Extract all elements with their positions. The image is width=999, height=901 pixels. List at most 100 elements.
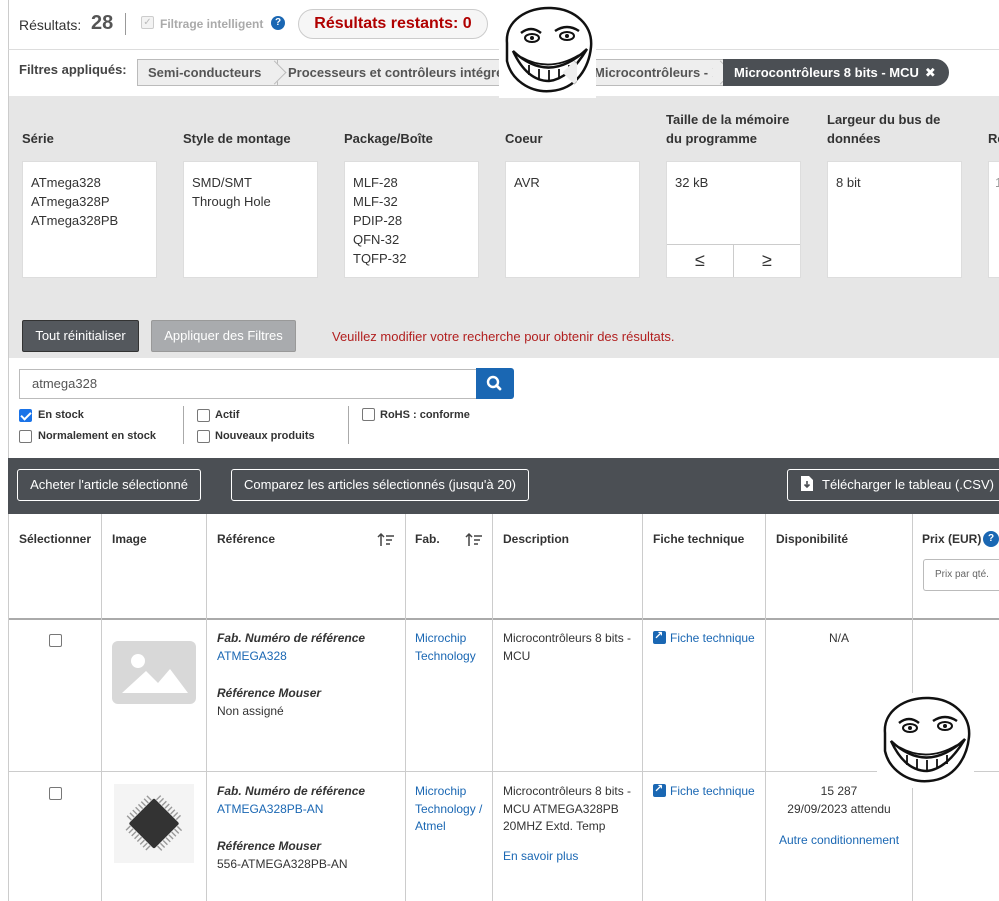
filter-option[interactable]: ATmega328PB [31,211,148,230]
filter-list-mounting[interactable]: SMD/SMT Through Hole [183,161,318,278]
filter-list-partial[interactable]: 1 [988,161,999,278]
header-image: Image [112,532,147,546]
filter-option[interactable]: AVR [514,173,631,192]
results-label: Résultats: [19,17,82,33]
filter-list-memory[interactable]: 32 kB ≤ ≥ [666,161,801,278]
compare-selected-button[interactable]: Comparez les articles sélectionnés (jusq… [231,469,529,501]
rohs-checkbox[interactable] [362,408,375,421]
search-button[interactable] [476,368,514,399]
new-products-label: Nouveaux produits [215,430,315,442]
filter-option[interactable]: 32 kB [675,173,792,192]
search-input[interactable]: atmega328 [19,369,477,399]
mfr-ref-label: Fab. Numéro de référence [217,784,366,798]
filter-option[interactable]: ATmega328 [31,173,148,192]
filter-option[interactable]: 8 bit [836,173,953,192]
row-select-checkbox[interactable] [49,787,62,800]
mouser-ref-label: Référence Mouser [217,686,322,700]
download-csv-label: Télécharger le tableau (.CSV) [822,477,994,492]
mouser-ref: 556-ATMEGA328PB-AN [217,856,348,871]
filter-title-bus-width: Largeur du bus de données [827,112,941,146]
smart-filter-checkbox[interactable]: ✓ [141,16,154,29]
filter-list-bus-width[interactable]: 8 bit [827,161,962,278]
learn-more-link[interactable]: En savoir plus [503,848,638,866]
mfr-ref-link[interactable]: ATMEGA328 [217,648,402,666]
mouser-ref: Non assigné [217,703,284,718]
crumb-semiconductors[interactable]: Semi-conducteurs [137,59,287,86]
filter-option[interactable]: MLF-32 [353,192,470,211]
other-packaging-link[interactable]: Autre conditionnement [766,832,912,850]
download-csv-button[interactable]: Télécharger le tableau (.CSV) [787,469,999,501]
troll-face-icon [877,693,974,788]
header-select: Sélectionner [19,532,92,546]
action-bar: Acheter l'article sélectionné Comparez l… [8,458,999,514]
greater-equal-button[interactable]: ≥ [733,245,800,277]
datasheet-label: Fiche technique [670,784,755,798]
filter-list-series[interactable]: ATmega328 ATmega328P ATmega328PB [22,161,157,278]
manufacturer-link[interactable]: Microchip Technology [415,630,485,665]
crumb-label: Processeurs et contrôleurs intégrés [288,65,511,80]
mouser-ref-label: Référence Mouser [217,839,322,853]
crumb-label: Microcontrôleurs - MCU [594,65,723,80]
buy-selected-button[interactable]: Acheter l'article sélectionné [17,469,201,501]
help-icon[interactable]: ? [983,531,999,547]
download-file-icon [801,476,813,491]
image-placeholder-icon [112,641,196,704]
header-manufacturer[interactable]: Fab. [415,532,440,546]
external-link-icon [653,628,666,646]
product-image[interactable] [114,784,194,863]
filter-option[interactable]: QFN-32 [353,230,470,249]
apply-filters-button[interactable]: Appliquer des Filtres [151,320,296,352]
filter-option[interactable]: PDIP-28 [353,211,470,230]
header-reference[interactable]: Référence [217,532,275,546]
availability: N/A [828,631,849,645]
help-icon[interactable]: ? [271,16,285,30]
description-cell: Microcontrôleurs 8 bits - MCU ATMEGA328P… [503,783,638,865]
filters-panel: Série ATmega328 ATmega328P ATmega328PB S… [8,96,999,358]
description: Microcontrôleurs 8 bits - MCU [503,631,632,663]
search-icon [486,375,502,391]
sort-icon[interactable] [377,532,395,548]
header-availability: Disponibilité [776,532,848,546]
crumb-mcu[interactable]: Microcontrôleurs - MCU [577,59,723,86]
remaining-results-badge: Résultats restants: 0 [298,9,488,39]
in-stock-label: En stock [38,409,84,421]
active-checkbox[interactable] [197,409,210,422]
compare-buttons: ≤ ≥ [667,244,800,277]
sort-icon[interactable] [465,532,483,548]
crumb-label: Microcontrôleurs 8 bits - MCU [734,65,919,80]
mfr-ref-label: Fab. Numéro de référence [217,631,366,645]
in-stock-checkbox[interactable] [19,409,32,422]
table-row: Fab. Numéro de référence ATMEGA328PB-AN … [9,772,999,901]
filter-option[interactable]: Through Hole [192,192,309,211]
description: Microcontrôleurs 8 bits - MCU ATMEGA328P… [503,784,632,833]
filter-option[interactable]: MLF-28 [353,173,470,192]
filter-title-mounting: Style de montage [183,131,291,146]
reset-all-button[interactable]: Tout réinitialiser [22,320,139,352]
new-products-checkbox[interactable] [197,430,210,443]
filter-option[interactable]: SMD/SMT [192,173,309,192]
normally-in-stock-checkbox[interactable] [19,430,32,443]
crumb-8bit-mcu[interactable]: Microcontrôleurs 8 bits - MCU ✖ [723,59,949,86]
search-area: atmega328 En stock Normalement en stock … [8,358,999,458]
normally-in-stock-label: Normalement en stock [38,430,156,442]
mfr-ref-link[interactable]: ATMEGA328PB-AN [217,801,402,819]
expected-date: 29/09/2023 attendu [787,801,891,816]
applied-filters-label: Filtres appliqués: [19,62,127,77]
datasheet-link[interactable]: Fiche technique [653,628,755,648]
filter-title-partial: Re [988,131,999,146]
troll-face-icon [499,3,596,98]
datasheet-link[interactable]: Fiche technique [653,781,755,801]
price-qty-input[interactable]: Prix par qté. [923,559,999,591]
filter-list-package[interactable]: MLF-28 MLF-32 PDIP-28 QFN-32 TQFP-32 [344,161,479,278]
less-equal-button[interactable]: ≤ [667,245,733,277]
filter-title-series: Série [22,131,54,146]
manufacturer-link[interactable]: Microchip Technology / Atmel [415,783,485,836]
results-count: 28 [91,12,114,34]
close-icon[interactable]: ✖ [925,65,936,80]
row-select-checkbox[interactable] [49,634,62,647]
filter-option[interactable]: TQFP-32 [353,249,470,268]
filter-option[interactable]: ATmega328P [31,192,148,211]
crumb-label: Semi-conducteurs [148,65,262,80]
filter-list-core[interactable]: AVR [505,161,640,278]
active-label: Actif [215,409,240,421]
